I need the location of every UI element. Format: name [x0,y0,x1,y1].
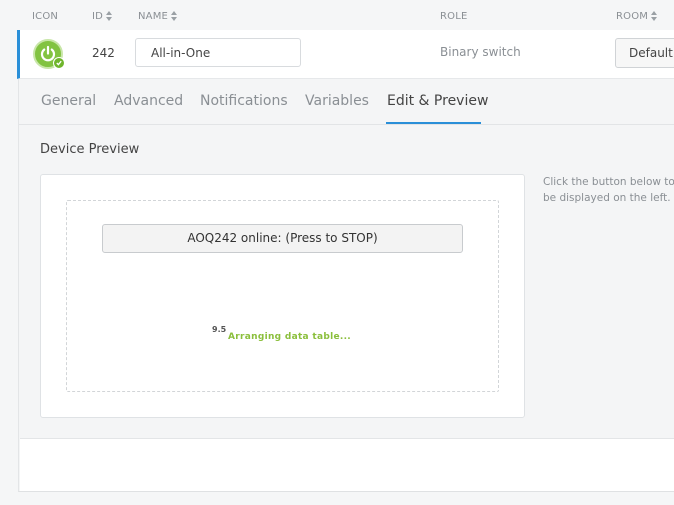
column-header-role-label: ROLE [440,11,468,22]
tab-general[interactable]: General [41,93,96,109]
sort-icon[interactable] [651,11,658,22]
active-tab-indicator [386,122,481,124]
column-header-name[interactable]: NAME [138,11,178,22]
preview-hint-line1: Click the button below to [543,176,674,188]
device-id: 242 [92,46,115,60]
preview-hint-line2: be displayed on the left. [543,192,671,204]
section-title: Device Preview [40,142,140,157]
column-header-icon-label: ICON [32,11,59,22]
tab-bar: General Advanced Notifications Variables… [19,79,674,125]
tab-notifications[interactable]: Notifications [200,93,288,109]
check-icon [53,57,65,69]
device-name-input[interactable] [135,38,301,67]
device-detail-panel: General Advanced Notifications Variables… [18,79,674,492]
panel-footer [20,438,674,491]
tab-variables[interactable]: Variables [305,93,369,109]
column-header-role: ROLE [440,11,468,22]
device-role: Binary switch [440,45,521,59]
column-header-name-label: NAME [138,11,169,22]
sort-icon[interactable] [106,11,113,22]
status-message: Arranging data table... [228,332,352,342]
column-header-icon: ICON [32,11,58,22]
device-preview-card: AOQ242 online: (Press to STOP) 9.5 Arran… [40,174,525,418]
device-table-header: ICON ID NAME ROLE ROOM [0,0,674,30]
tab-edit-preview[interactable]: Edit & Preview [387,93,488,109]
preview-area: AOQ242 online: (Press to STOP) 9.5 Arran… [66,200,499,392]
room-select-button[interactable]: Default [615,38,674,68]
status-number: 9.5 [212,325,227,334]
device-row[interactable]: 242 Binary switch Default [17,30,674,79]
column-header-id[interactable]: ID [92,11,113,22]
tab-advanced[interactable]: Advanced [114,93,183,109]
stop-button[interactable]: AOQ242 online: (Press to STOP) [102,224,463,253]
room-select-label: Default [629,46,673,60]
column-header-room-label: ROOM [616,11,649,22]
preview-hint: Click the button below to be displayed o… [543,174,674,206]
column-header-id-label: ID [92,11,104,22]
column-header-room[interactable]: ROOM [616,11,658,22]
sort-icon[interactable] [171,11,178,22]
